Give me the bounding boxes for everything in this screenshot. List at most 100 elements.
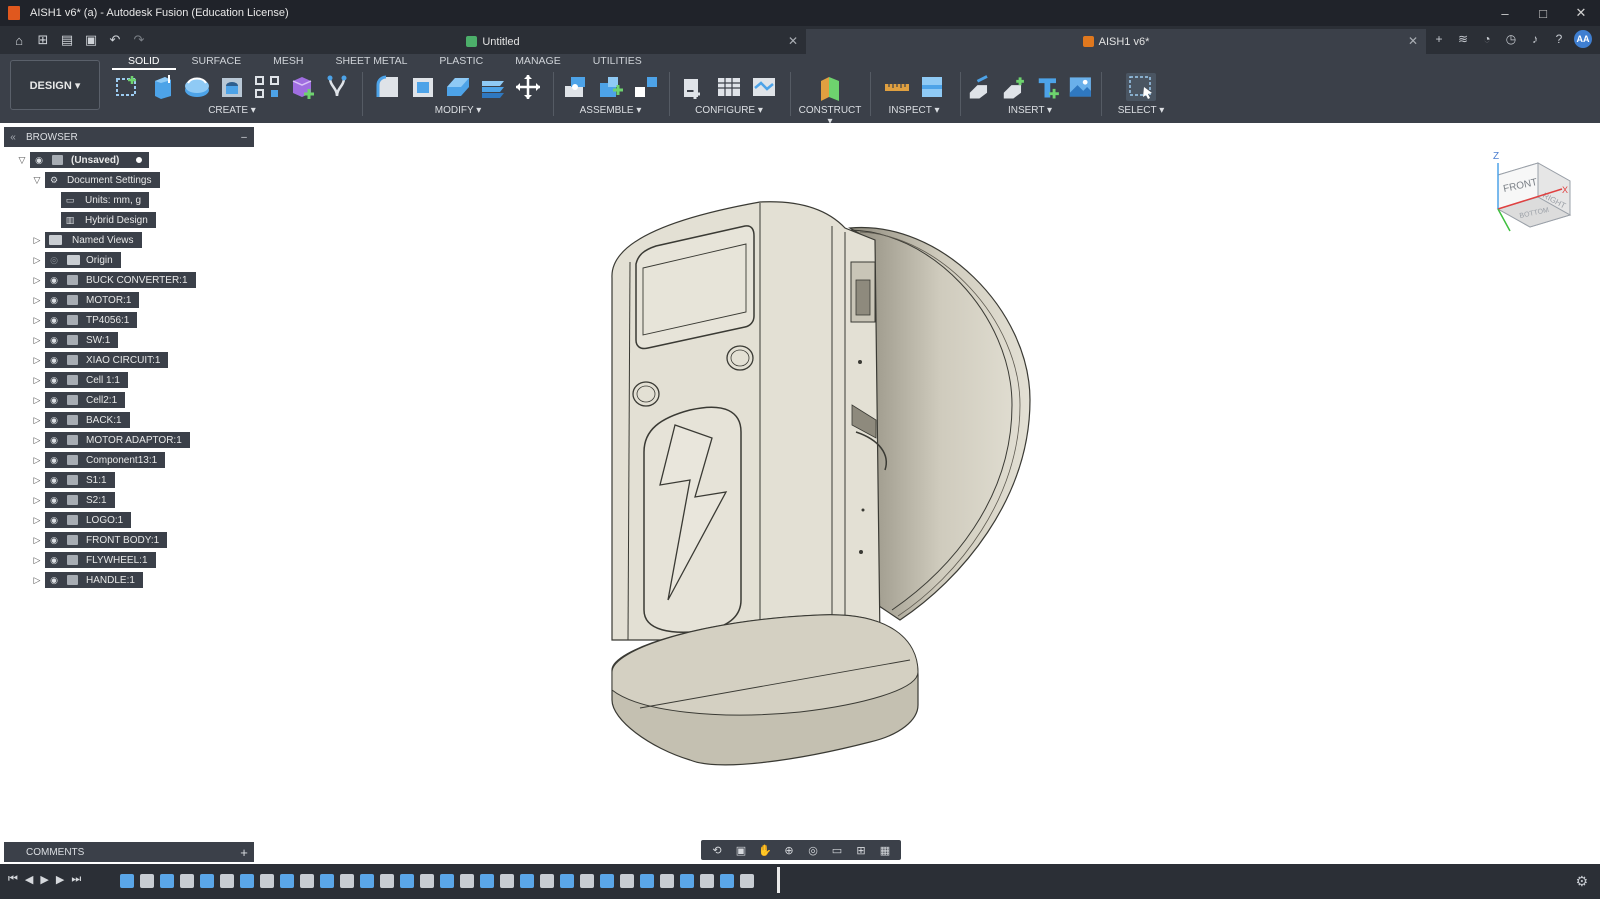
tree-component[interactable]: ▷ ◉ TP4056:1 [31, 310, 138, 330]
visibility-eye-icon[interactable]: ◉ [45, 375, 63, 386]
expand-arrow-icon[interactable]: ▷ [31, 535, 43, 546]
tree-origin[interactable]: ▷ ◎ Origin [31, 250, 121, 270]
grid-settings-icon[interactable]: ⊞ [852, 843, 870, 857]
move-copy-icon[interactable] [513, 73, 543, 101]
minimize-button[interactable]: – [1486, 0, 1524, 26]
expand-arrow-icon[interactable]: ▷ [31, 575, 43, 586]
tab-plastic[interactable]: PLASTIC [423, 54, 499, 70]
configuration-table-icon[interactable] [714, 73, 744, 101]
step-forward-icon[interactable]: ▶ [56, 873, 64, 886]
timeline-feature[interactable] [420, 874, 434, 888]
insert-menu[interactable]: INSERT ▾ [965, 105, 1095, 116]
new-joint-icon[interactable] [561, 73, 591, 101]
close-tab-icon[interactable]: ✕ [788, 34, 798, 48]
visibility-eye-icon[interactable]: ◉ [45, 515, 63, 526]
3d-model-viewport[interactable] [0, 123, 1600, 864]
viewcube[interactable]: FRONT RIGHT BOTTOM Z X [1490, 145, 1580, 245]
timeline-settings-gear-icon[interactable]: ⚙ [1575, 873, 1588, 890]
visibility-eye-icon[interactable]: ◉ [45, 295, 63, 306]
new-component-icon[interactable] [287, 73, 317, 101]
measure-icon[interactable] [882, 73, 912, 101]
timeline-feature[interactable] [160, 874, 174, 888]
visibility-eye-icon[interactable]: ◉ [45, 455, 63, 466]
section-analysis-icon[interactable] [917, 73, 947, 101]
timeline-feature[interactable] [340, 874, 354, 888]
expand-arrow-icon[interactable]: ▷ [31, 275, 43, 286]
tree-component[interactable]: ▷ ◉ HANDLE:1 [31, 570, 143, 590]
tree-component[interactable]: ▷ ◉ S1:1 [31, 470, 115, 490]
timeline-feature[interactable] [480, 874, 494, 888]
look-at-icon[interactable]: ▣ [732, 843, 750, 857]
tab-untitled[interactable]: Untitled ✕ [180, 29, 806, 54]
orbit-icon[interactable]: ⟲ [708, 843, 726, 857]
tree-root[interactable]: ▽ ◉ (Unsaved) [16, 150, 150, 170]
job-status-icon[interactable]: ◔ [1478, 30, 1496, 48]
timeline-feature[interactable] [640, 874, 654, 888]
expand-arrow-icon[interactable]: ▷ [31, 555, 43, 566]
close-tab-icon[interactable]: ✕ [1408, 34, 1418, 48]
timeline-feature[interactable] [540, 874, 554, 888]
timeline-feature[interactable] [180, 874, 194, 888]
visibility-eye-icon[interactable]: ◉ [45, 415, 63, 426]
undo-icon[interactable]: ↶ [106, 32, 124, 48]
tree-hybrid-design[interactable]: ▥ Hybrid Design [61, 210, 156, 230]
create-form-icon[interactable] [322, 73, 352, 101]
app-grid-icon[interactable]: ⊞ [34, 32, 52, 48]
visibility-eye-icon[interactable]: ◉ [45, 575, 63, 586]
visibility-eye-icon[interactable]: ◉ [45, 395, 63, 406]
tree-component[interactable]: ▷ ◉ MOTOR ADAPTOR:1 [31, 430, 190, 450]
configuration-rule-icon[interactable] [749, 73, 779, 101]
visibility-eye-icon[interactable]: ◉ [30, 155, 48, 166]
timeline-feature[interactable] [120, 874, 134, 888]
extrude-icon[interactable] [147, 73, 177, 101]
expand-arrow-icon[interactable]: ▷ [31, 475, 43, 486]
modify-menu[interactable]: MODIFY ▾ [368, 105, 548, 116]
select-box-icon[interactable] [1126, 73, 1156, 101]
expand-arrow-icon[interactable]: ▷ [31, 235, 43, 246]
clock-icon[interactable]: ◷ [1502, 30, 1520, 48]
play-icon[interactable]: ▶ [40, 873, 48, 886]
visibility-eye-icon[interactable]: ◉ [45, 555, 63, 566]
visibility-eye-icon[interactable]: ◉ [45, 315, 63, 326]
tree-document-settings[interactable]: ▽ ⚙ Document Settings [31, 170, 160, 190]
pattern-icon[interactable] [252, 73, 282, 101]
expand-arrow-icon[interactable]: ▷ [31, 515, 43, 526]
tree-component[interactable]: ▷ ◉ LOGO:1 [31, 510, 132, 530]
expand-arrow-icon[interactable]: ▷ [31, 435, 43, 446]
tab-solid[interactable]: SOLID [112, 54, 176, 70]
tree-component[interactable]: ▷ ◉ MOTOR:1 [31, 290, 140, 310]
timeline-feature[interactable] [620, 874, 634, 888]
parameters-icon[interactable] [679, 73, 709, 101]
tree-units[interactable]: ▭ Units: mm, g [61, 190, 150, 210]
expand-arrow-icon[interactable]: ▷ [31, 255, 43, 266]
timeline-feature[interactable] [140, 874, 154, 888]
visibility-eye-icon[interactable]: ◉ [45, 475, 63, 486]
tree-component[interactable]: ▷ ◉ SW:1 [31, 330, 119, 350]
tab-sheet-metal[interactable]: SHEET METAL [319, 54, 423, 70]
hidden-eye-icon[interactable]: ◎ [45, 255, 63, 266]
tree-component[interactable]: ▷ ◉ S2:1 [31, 490, 115, 510]
select-menu[interactable]: SELECT ▾ [1108, 105, 1174, 116]
visibility-eye-icon[interactable]: ◉ [45, 355, 63, 366]
minimize-panel-icon[interactable]: – [234, 132, 254, 143]
collapse-arrow-icon[interactable]: ▽ [16, 155, 28, 166]
tab-aish1[interactable]: AISH1 v6* ✕ [806, 29, 1426, 54]
tree-component[interactable]: ▷ ◉ Cell 1:1 [31, 370, 128, 390]
visibility-eye-icon[interactable]: ◉ [45, 435, 63, 446]
fit-icon[interactable]: ◎ [804, 843, 822, 857]
timeline-feature[interactable] [220, 874, 234, 888]
step-back-icon[interactable]: ◀ [25, 873, 33, 886]
timeline-feature[interactable] [740, 874, 754, 888]
insert-mesh-icon[interactable] [999, 73, 1028, 101]
expand-arrow-icon[interactable]: ▷ [31, 315, 43, 326]
expand-arrow-icon[interactable]: ▷ [31, 455, 43, 466]
comments-panel[interactable]: COMMENTS + [4, 842, 254, 862]
tab-mesh[interactable]: MESH [257, 54, 319, 70]
add-comment-icon[interactable]: + [234, 845, 254, 860]
timeline-feature[interactable] [320, 874, 334, 888]
assemble-menu[interactable]: ASSEMBLE ▾ [558, 105, 663, 116]
collapse-arrow-icon[interactable]: ▽ [31, 175, 43, 186]
timeline-feature[interactable] [400, 874, 414, 888]
visibility-eye-icon[interactable]: ◉ [45, 495, 63, 506]
timeline-marker[interactable] [777, 867, 780, 893]
